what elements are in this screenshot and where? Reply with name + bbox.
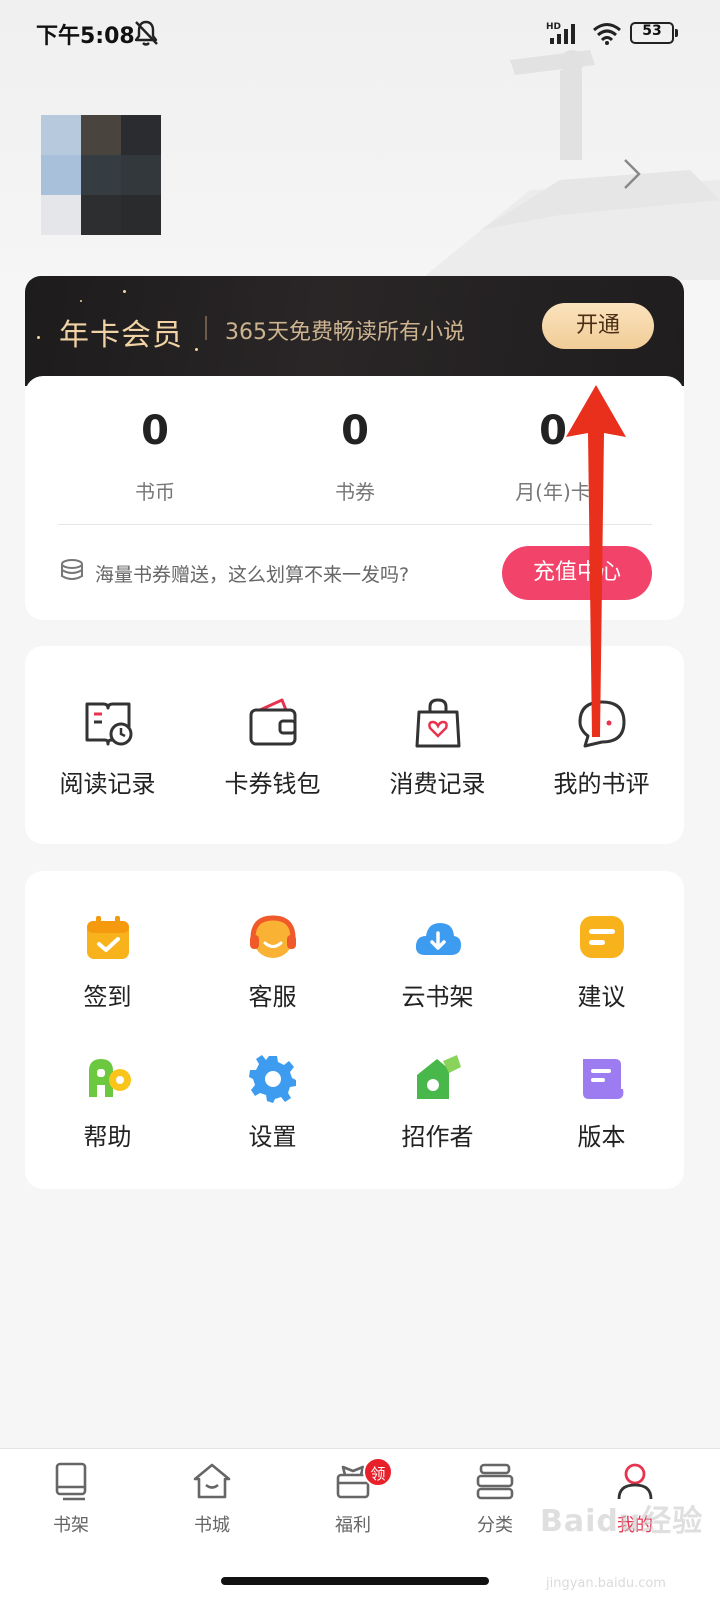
promo-text: 海量书券赠送，这么划算不来一发吗? — [95, 564, 410, 586]
nav-category[interactable]: 分类 — [445, 1461, 545, 1537]
feature-label: 我的书评 — [553, 770, 650, 798]
stat-value: 0 — [141, 408, 169, 454]
coins-icon — [61, 559, 83, 580]
baidu-watermark: Baidu经验 jingyan.baidu.com — [540, 1480, 720, 1600]
nav-badge: 领 — [363, 1457, 393, 1487]
tool-label: 版本 — [577, 1123, 626, 1151]
stat-label: 书券 — [335, 480, 375, 504]
tool-label: 帮助 — [83, 1123, 132, 1151]
watermark-url: jingyan.baidu.com — [546, 1576, 666, 1591]
author-house-icon — [416, 1055, 461, 1099]
tool-label: 客服 — [248, 983, 297, 1011]
tool-label: 招作者 — [401, 1123, 474, 1151]
annotation-arrow — [566, 385, 626, 737]
feature-label: 阅读记录 — [59, 770, 156, 798]
hd-signal-icon: HD — [546, 22, 575, 44]
feature-label: 卡券钱包 — [224, 770, 321, 798]
tool-checkin[interactable]: 签到 — [25, 913, 190, 1012]
feature-reading-history[interactable]: 阅读记录 — [25, 696, 190, 799]
status-time: 下午5:08 — [36, 24, 135, 49]
reading-history-icon — [85, 702, 132, 746]
vip-open-button[interactable]: 开通 — [542, 303, 654, 349]
bookshelf-icon — [55, 1462, 87, 1501]
tool-customer-service[interactable]: 客服 — [190, 913, 355, 1012]
tool-feedback[interactable]: 建议 — [519, 913, 684, 1012]
stat-coins[interactable]: 0 书币 — [55, 406, 255, 505]
tool-cloud-bookshelf[interactable]: 云书架 — [355, 913, 520, 1012]
help-icon — [88, 1059, 131, 1097]
tool-recruit-authors[interactable]: 招作者 — [355, 1053, 520, 1152]
stat-vouchers[interactable]: 0 书券 — [255, 406, 455, 505]
gear-icon — [248, 1055, 296, 1103]
home-icon — [193, 1463, 231, 1499]
nav-bookshelf[interactable]: 书架 — [21, 1461, 121, 1537]
bell-off-icon — [134, 20, 158, 46]
tools-card: 签到 客服 云书架 建议 帮助 设置 招作者 版本 — [25, 871, 684, 1189]
nav-bookstore[interactable]: 书城 — [162, 1461, 262, 1537]
header-decoration-illustration — [420, 50, 720, 280]
nav-label: 福利 — [335, 1515, 371, 1536]
calendar-check-icon — [86, 916, 129, 959]
nav-welfare[interactable]: 领 福利 — [303, 1457, 403, 1537]
shopping-bag-icon — [415, 698, 460, 748]
vip-title: 年卡会员 — [59, 318, 183, 353]
customer-service-icon — [249, 915, 296, 958]
tool-version[interactable]: 版本 — [519, 1053, 684, 1152]
tool-label: 建议 — [577, 983, 626, 1011]
cloud-download-icon — [415, 923, 461, 955]
tool-help[interactable]: 帮助 — [25, 1053, 190, 1152]
tool-settings[interactable]: 设置 — [190, 1053, 355, 1152]
nav-label: 书城 — [194, 1515, 230, 1536]
vip-description: 365天免费畅读所有小说 — [225, 320, 465, 345]
nav-label: 书架 — [53, 1515, 89, 1536]
wifi-icon — [593, 23, 621, 45]
tool-label: 设置 — [248, 1123, 297, 1151]
vip-banner[interactable]: 年卡会员 365天免费畅读所有小说 开通 — [25, 276, 684, 386]
nav-label: 分类 — [477, 1515, 513, 1536]
svg-text:HD: HD — [546, 22, 561, 32]
watermark-text: Baidu经验 — [540, 1504, 704, 1539]
tool-label: 云书架 — [401, 983, 474, 1011]
stat-value: 0 — [341, 408, 369, 454]
feature-label: 消费记录 — [389, 770, 486, 798]
feature-wallet[interactable]: 卡券钱包 — [190, 696, 355, 799]
wallet-icon — [249, 698, 296, 746]
feature-purchase-history[interactable]: 消费记录 — [355, 696, 520, 799]
version-doc-icon — [582, 1059, 623, 1099]
status-bar: 下午5:08 HD 53 — [0, 0, 720, 66]
chevron-right-icon[interactable] — [620, 156, 644, 192]
feedback-icon — [579, 916, 624, 958]
battery-level: 53 — [642, 23, 662, 39]
stat-label: 书币 — [135, 480, 175, 504]
avatar[interactable] — [41, 115, 161, 235]
vip-divider — [205, 316, 207, 340]
category-icon — [476, 1463, 514, 1500]
battery-icon: 53 — [630, 22, 678, 44]
tool-label: 签到 — [83, 983, 132, 1011]
home-indicator — [221, 1577, 489, 1585]
